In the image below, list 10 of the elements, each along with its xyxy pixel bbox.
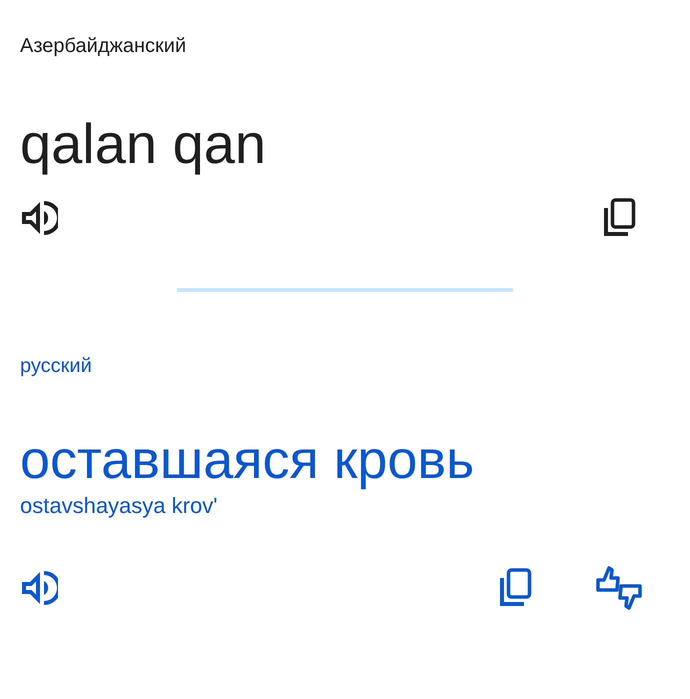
speaker-icon[interactable] — [20, 570, 58, 606]
source-text: qalan qan — [20, 112, 268, 176]
target-language: русский — [20, 354, 93, 378]
feedback-icon[interactable] — [594, 566, 644, 610]
copy-icon[interactable] — [498, 568, 532, 608]
transliteration: ostavshayasya krov' — [20, 492, 218, 520]
speaker-icon[interactable] — [20, 200, 58, 236]
translated-text: оставшаяся кровь — [20, 429, 476, 492]
copy-icon[interactable] — [602, 198, 636, 238]
source-language: Азербайджанский — [20, 34, 188, 58]
